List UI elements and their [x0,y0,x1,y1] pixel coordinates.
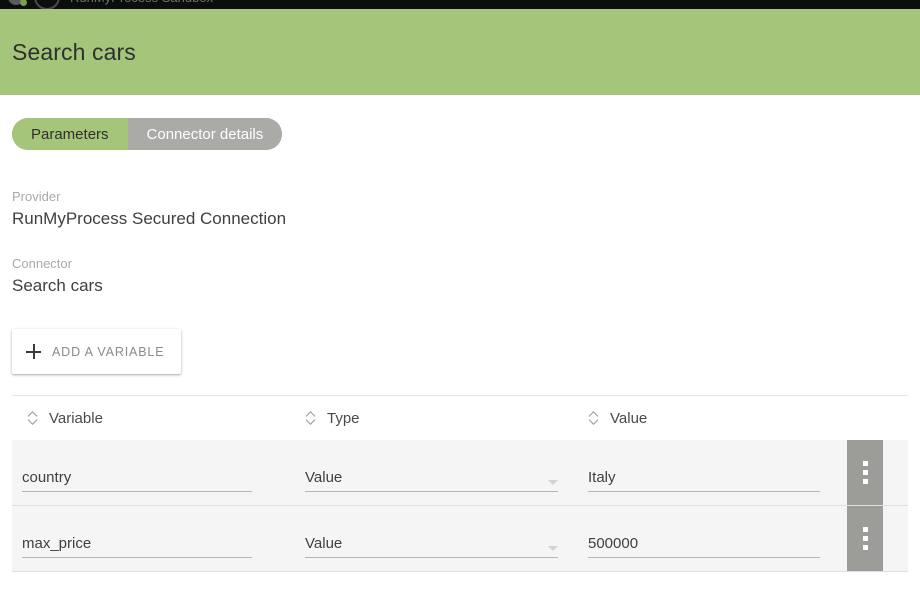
tab-parameters[interactable]: Parameters [12,118,128,150]
tab-connector-details[interactable]: Connector details [127,118,283,150]
sort-updown-icon [588,411,599,425]
application-top-bar: RunMyProcess Sandbox [0,0,920,9]
table-header-row: Variable Type Value [12,396,908,440]
connector-value: Search cars [12,276,103,295]
column-header-variable[interactable]: Variable [12,410,305,427]
variable-type-select[interactable] [305,469,558,492]
connector-field: Connector Search cars [12,256,908,298]
dot [862,545,868,550]
page-header: Search cars [0,9,920,95]
table-row [12,440,908,506]
page-content: Parameters Connector details Provider Ru… [0,95,920,572]
dot [862,479,868,484]
dot [862,461,868,466]
cell-type [305,440,588,505]
plus-icon [26,344,41,359]
sort-updown-icon [27,411,38,425]
variable-name-input[interactable] [22,535,252,558]
cell-variable [12,506,305,571]
variable-type-select[interactable] [305,535,558,558]
provider-field: Provider RunMyProcess Secured Connection [12,189,908,231]
more-options-vertical-icon[interactable] [847,440,883,505]
sort-updown-icon [305,411,316,425]
provider-value: RunMyProcess Secured Connection [12,209,287,228]
add-variable-label: ADD A VARIABLE [52,344,165,359]
add-variable-button[interactable]: ADD A VARIABLE [12,329,182,374]
variable-value-input[interactable] [588,535,820,558]
column-header-type[interactable]: Type [305,410,588,427]
provider-label: Provider [12,189,61,204]
column-header-type-label: Type [327,409,360,427]
dot [862,536,868,541]
cell-type [305,506,588,571]
connector-label: Connector [12,256,72,271]
appbar-title: RunMyProcess Sandbox [70,0,213,5]
runmyprocess-logo-icon [8,0,27,6]
variable-name-input[interactable] [22,469,252,492]
dot [862,470,868,475]
variable-value-input[interactable] [588,469,820,492]
tab-bar: Parameters Connector details [12,118,283,150]
variables-table: Variable Type Value [12,395,908,572]
column-header-value-label: Value [610,409,648,427]
more-options-vertical-icon[interactable] [847,506,883,571]
table-row [12,506,908,572]
cell-variable [12,440,305,505]
page-title: Search cars [12,38,136,65]
column-header-value[interactable]: Value [588,410,908,427]
column-header-variable-label: Variable [49,409,103,427]
user-avatar-icon[interactable] [34,0,60,9]
dot [862,527,868,532]
